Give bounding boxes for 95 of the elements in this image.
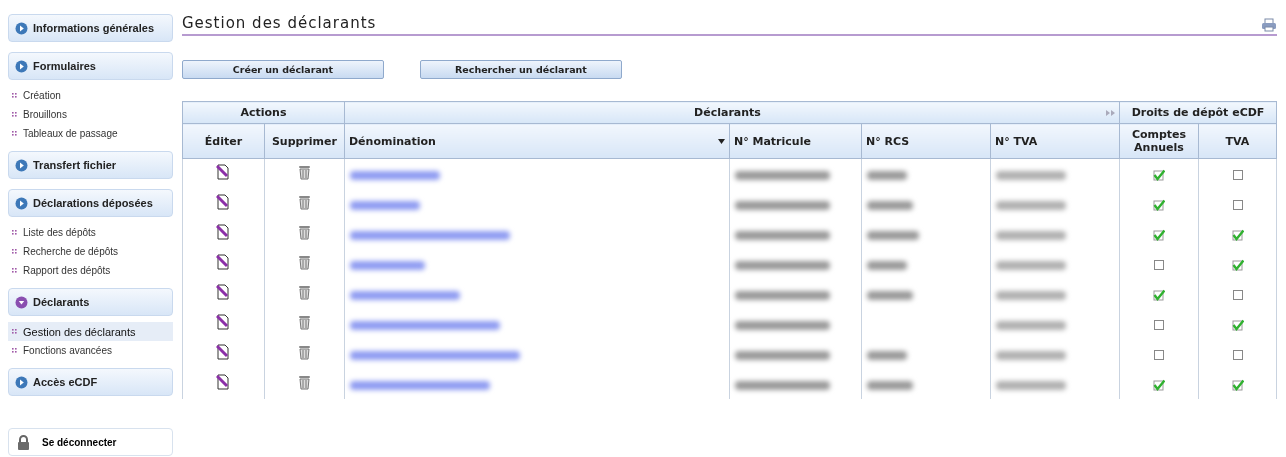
- redacted-text: [866, 230, 919, 240]
- column-header[interactable]: Dénomination: [344, 123, 730, 159]
- scroll-right-icon[interactable]: [1106, 109, 1115, 116]
- menu-item[interactable]: Création: [8, 86, 173, 105]
- empty-checkbox[interactable]: [1231, 289, 1244, 301]
- menu-item[interactable]: Recherche de dépôts: [8, 242, 173, 261]
- dots-icon: [12, 348, 17, 353]
- expand-icon: [15, 375, 28, 389]
- column-group-header: Déclarants: [344, 101, 1120, 124]
- edit-document-icon[interactable]: [216, 164, 231, 180]
- menu-item[interactable]: Rapport des dépôts: [8, 261, 173, 280]
- menu-item[interactable]: Liste des dépôts: [8, 223, 173, 242]
- trash-icon[interactable]: [297, 344, 311, 360]
- menu-item[interactable]: Gestion des déclarants: [8, 322, 173, 341]
- menu-section[interactable]: Déclarants: [8, 288, 173, 316]
- redacted-text: [866, 290, 913, 300]
- empty-checkbox[interactable]: [1153, 259, 1165, 271]
- column-header[interactable]: N° Matricule: [729, 123, 862, 159]
- menu-item[interactable]: Brouillons: [8, 105, 173, 124]
- redacted-text: [349, 200, 420, 210]
- edit-document-icon[interactable]: [216, 374, 231, 390]
- logout-button[interactable]: Se déconnecter: [8, 428, 173, 456]
- column-header[interactable]: N° RCS: [861, 123, 991, 159]
- redacted-text: [995, 200, 1066, 210]
- edit-document-icon[interactable]: [216, 254, 231, 270]
- action-button[interactable]: Rechercher un déclarant: [419, 60, 622, 79]
- redacted-text: [866, 200, 913, 210]
- checked-checkbox[interactable]: [1153, 199, 1165, 211]
- redacted-text: [995, 230, 1066, 240]
- empty-checkbox[interactable]: [1153, 349, 1165, 361]
- dots-icon: [12, 329, 17, 334]
- trash-icon[interactable]: [297, 164, 311, 180]
- column-header[interactable]: Comptes Annuels: [1119, 123, 1199, 159]
- collapse-icon: [15, 295, 28, 309]
- edit-document-icon[interactable]: [216, 314, 231, 330]
- empty-checkbox[interactable]: [1153, 319, 1165, 331]
- empty-checkbox[interactable]: [1231, 349, 1244, 361]
- empty-checkbox[interactable]: [1231, 199, 1244, 211]
- dots-icon: [12, 112, 17, 117]
- menu-section[interactable]: Déclarations déposées: [8, 189, 173, 217]
- checked-checkbox[interactable]: [1231, 319, 1244, 331]
- edit-document-icon[interactable]: [216, 194, 231, 210]
- checked-checkbox[interactable]: [1231, 229, 1244, 241]
- sort-icon[interactable]: [717, 138, 725, 144]
- dots-icon: [12, 268, 17, 273]
- expand-icon: [15, 59, 28, 73]
- column-header[interactable]: Supprimer: [264, 123, 345, 159]
- dots-icon: [12, 131, 17, 136]
- checked-checkbox[interactable]: [1231, 259, 1244, 271]
- trash-icon[interactable]: [297, 314, 311, 330]
- column-group-header: Actions: [182, 101, 345, 124]
- redacted-text: [995, 350, 1066, 360]
- redacted-text: [866, 260, 907, 270]
- empty-checkbox[interactable]: [1231, 169, 1244, 181]
- edit-document-icon[interactable]: [216, 284, 231, 300]
- redacted-text: [995, 320, 1066, 330]
- checked-checkbox[interactable]: [1231, 379, 1244, 391]
- menu-section[interactable]: Transfert fichier: [8, 151, 173, 179]
- redacted-text: [995, 260, 1066, 270]
- redacted-text: [995, 170, 1066, 180]
- action-button[interactable]: Créer un déclarant: [181, 60, 384, 79]
- edit-document-icon[interactable]: [216, 344, 231, 360]
- menu-item[interactable]: Fonctions avancées: [8, 341, 173, 360]
- checked-checkbox[interactable]: [1153, 289, 1165, 301]
- edit-document-icon[interactable]: [216, 224, 231, 240]
- dots-icon: [12, 93, 17, 98]
- trash-icon[interactable]: [297, 224, 311, 240]
- printer-icon[interactable]: [1261, 18, 1277, 32]
- column-header[interactable]: Éditer: [182, 123, 265, 159]
- column-header[interactable]: N° TVA: [990, 123, 1120, 159]
- column-header[interactable]: TVA: [1198, 123, 1277, 159]
- redacted-text: [866, 170, 907, 180]
- redacted-text: [866, 350, 907, 360]
- expand-icon: [15, 196, 28, 210]
- column-group-header: Droits de dépôt eCDF: [1119, 101, 1277, 124]
- menu-item[interactable]: Tableaux de passage: [8, 124, 173, 143]
- checked-checkbox[interactable]: [1153, 379, 1165, 391]
- checked-checkbox[interactable]: [1153, 229, 1165, 241]
- expand-icon: [15, 21, 28, 35]
- trash-icon[interactable]: [297, 194, 311, 210]
- expand-icon: [15, 158, 28, 172]
- dots-icon: [12, 230, 17, 235]
- menu-section[interactable]: Accès eCDF: [8, 368, 173, 396]
- menu-section[interactable]: Informations générales: [8, 14, 173, 42]
- page-title: Gestion des déclarants: [181, 14, 377, 32]
- trash-icon[interactable]: [297, 284, 311, 300]
- trash-icon[interactable]: [297, 254, 311, 270]
- redacted-text: [995, 380, 1066, 390]
- menu-section[interactable]: Formulaires: [8, 52, 173, 80]
- redacted-text: [995, 290, 1066, 300]
- redacted-text: [866, 380, 913, 390]
- checked-checkbox[interactable]: [1153, 169, 1165, 181]
- trash-icon[interactable]: [297, 374, 311, 390]
- lock-icon: [17, 434, 30, 450]
- dots-icon: [12, 249, 17, 254]
